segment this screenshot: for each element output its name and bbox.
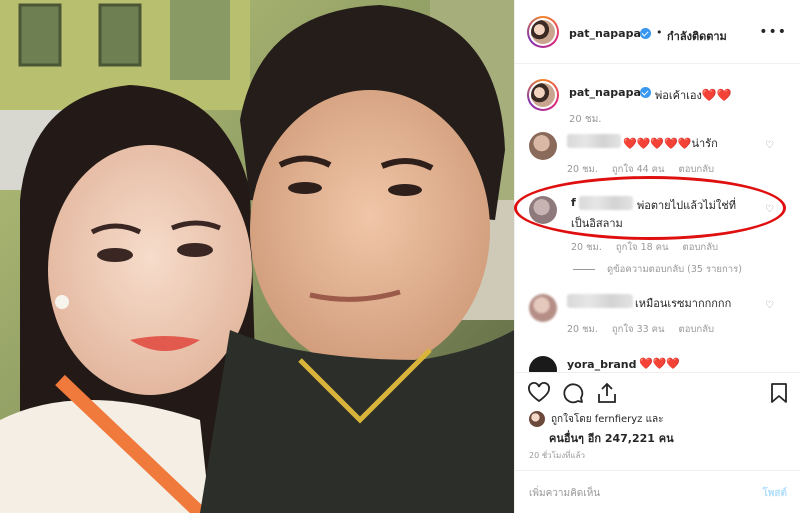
comment-text: ❤️❤️❤️ [639,357,681,370]
divider-line [573,269,595,270]
commenter-avatar[interactable] [529,294,557,322]
comment-timestamp: 20 ชม. [567,324,598,335]
commenter-avatar[interactable] [529,196,557,224]
caption-timestamp: 20 ชม. [569,114,602,125]
post-header: pat_napapa • กำลังติดตาม ••• [515,0,800,64]
liker-avatar[interactable] [529,411,545,427]
verified-badge-icon [640,87,651,98]
blurred-username [579,196,633,210]
comment-meta: 20 ชม. ถูกใจ 18 คน ตอบกลับ [571,240,732,255]
commenter-avatar[interactable] [529,132,557,160]
comment-input[interactable]: เพิ่มความคิดเห็น [529,486,600,501]
comment-text: เหมือนเรซมากกกกก [635,297,732,310]
selfie-photo-image [0,0,514,513]
verified-badge-icon [640,28,651,39]
comment-timestamp: 20 ชม. [571,242,602,253]
caption-username[interactable]: pat_napapa [569,86,641,99]
following-button[interactable]: กำลังติดตาม [667,27,727,45]
comment-likes[interactable]: ถูกใจ 44 คน [612,164,665,175]
commenter-name-prefix[interactable]: f [571,196,576,209]
reply-button[interactable]: ตอบกลับ [679,164,715,175]
reply-button[interactable]: ตอบกลับ [679,324,715,335]
comment-likes[interactable]: ถูกใจ 18 คน [616,242,669,253]
post-comment-button[interactable]: โพสต์ [762,486,787,501]
add-comment-area: เพิ่มความคิดเห็น โพสต์ [515,470,800,513]
post-timestamp: 20 ชั่วโมงที่แล้ว [529,451,585,460]
caption-text: พ่อเค้าเอง❤️❤️ [655,88,732,102]
comment-meta: 20 ชม. ถูกใจ 44 คน ตอบกลับ [567,162,728,177]
separator-dot: • [656,26,663,39]
liked-by-text[interactable]: ถูกใจโดย fernfieryz และ [551,412,664,427]
heart-icon[interactable] [527,381,551,405]
comment-icon[interactable] [561,381,585,405]
action-bar [515,372,800,412]
comment-likes[interactable]: ถูกใจ 33 คน [612,324,665,335]
like-comment-heart-icon[interactable]: ♡ [765,204,774,215]
author-avatar[interactable] [527,16,559,48]
commenter-username[interactable]: yora_brand [567,358,637,371]
reply-button[interactable]: ตอบกลับ [683,242,719,253]
like-comment-heart-icon[interactable]: ♡ [765,140,774,151]
caption-avatar[interactable] [527,79,559,111]
comment-timestamp: 20 ชม. [567,164,598,175]
heart-emoji: ❤️❤️ [701,88,732,102]
more-horizontal-icon[interactable]: ••• [759,24,787,40]
blurred-username [567,294,633,308]
commenter-avatar[interactable] [529,356,557,372]
view-replies-link[interactable]: ดูข้อความตอบกลับ (35 รายการ) [573,262,742,277]
comment-text-line2: เป็นอิสลาม [571,217,623,230]
post-side-panel: pat_napapa • กำลังติดตาม ••• pat_napapa … [514,0,800,513]
blurred-username [567,134,621,148]
comment-item: yora_brand ❤️❤️❤️ [515,352,800,372]
author-username[interactable]: pat_napapa [569,27,641,40]
bookmark-icon[interactable] [767,381,791,405]
comment-meta: 20 ชม. ถูกใจ 33 คน ตอบกลับ [567,322,728,337]
view-replies-label: ดูข้อความตอบกลับ (35 รายการ) [607,264,742,275]
like-comment-heart-icon[interactable]: ♡ [765,300,774,311]
share-icon[interactable] [595,381,619,405]
post-photo[interactable] [0,0,514,513]
likes-count[interactable]: คนอื่นๆ อีก 247,221 คน [549,429,674,447]
comment-text-line1: พ่อตายไปแล้วไม่ใช่ที่ [637,199,737,212]
comment-text: ❤️❤️❤️❤️❤️น่ารัก [623,137,718,150]
